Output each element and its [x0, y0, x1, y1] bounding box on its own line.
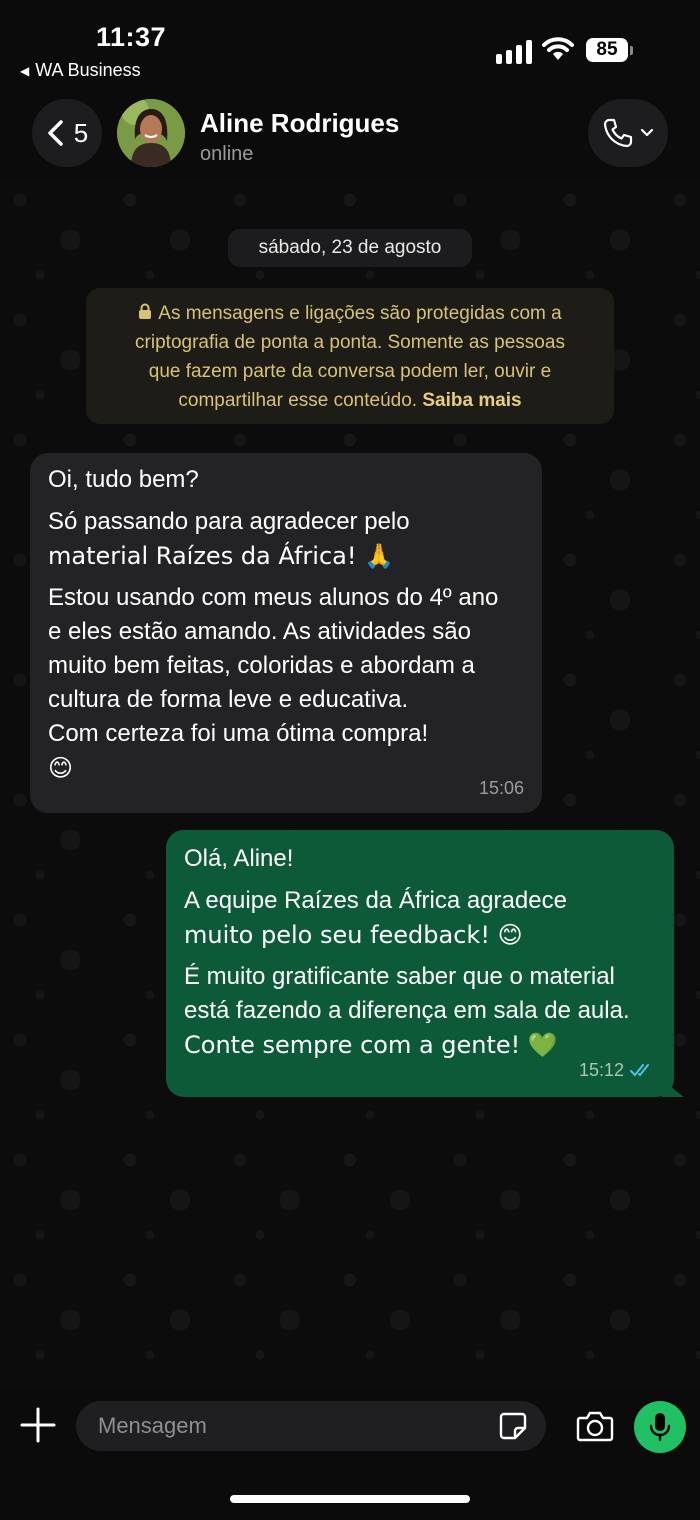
learn-more-link[interactable]: Saiba mais [422, 390, 521, 411]
call-button[interactable] [588, 99, 668, 167]
encryption-text-4: compartilhar esse conteúdo. [178, 390, 418, 411]
incoming-message[interactable]: Oi, tudo bem? Só passando para agradecer… [30, 453, 542, 813]
phone-icon [603, 118, 633, 148]
encryption-text-2: criptografia de ponta a ponta. Somente a… [135, 332, 565, 353]
message-text: É muito gratificante saber que o materia… [184, 963, 615, 990]
message-text: muito bem feitas, coloridas e abordam a [48, 652, 475, 679]
encryption-notice[interactable]: As mensagens e ligações são protegidas c… [86, 288, 614, 424]
unread-count: 5 [73, 117, 89, 148]
message-text: Só passando para agradecer pelo [48, 508, 410, 535]
message-text: 😊 [48, 754, 74, 782]
contact-status: online [200, 143, 254, 165]
microphone-icon [649, 1413, 671, 1442]
sticker-icon[interactable] [498, 1411, 528, 1441]
contact-avatar[interactable] [117, 99, 185, 167]
back-app-label: WA Business [35, 60, 141, 80]
encryption-text-3: que fazem parte da conversa podem ler, o… [148, 361, 552, 382]
message-text: Com certeza foi uma ótima compra! [48, 720, 429, 747]
battery-tip [630, 46, 633, 55]
encryption-text-1: As mensagens e ligações são protegidas c… [158, 303, 562, 324]
status-time: 11:37 [96, 22, 167, 52]
message-text: A equipe Raízes da África agradece [184, 887, 567, 914]
contact-name[interactable]: Aline Rodrigues [200, 108, 399, 139]
back-button[interactable]: 5 [32, 99, 102, 167]
camera-icon[interactable] [576, 1410, 614, 1442]
outgoing-message[interactable]: Olá, Aline! A equipe Raízes da África ag… [166, 830, 674, 1097]
back-triangle-icon: ◀ [20, 63, 30, 78]
battery-level: 85 [586, 38, 628, 62]
wifi-icon [542, 37, 574, 60]
read-ticks-icon [630, 1064, 649, 1077]
microphone-button[interactable] [634, 1401, 686, 1453]
message-text: Olá, Aline! [184, 845, 294, 872]
message-timestamp: 15:06 [478, 778, 524, 798]
home-indicator[interactable] [230, 1495, 470, 1503]
message-text: Oi, tudo bem? [48, 466, 199, 493]
message-text: está fazendo a diferença em sala de aula… [184, 997, 630, 1024]
message-timestamp: 15:12 [578, 1060, 624, 1080]
message-input[interactable] [76, 1401, 546, 1451]
back-to-app-link[interactable]: ◀ WA Business [20, 60, 141, 81]
chevron-left-icon [48, 120, 63, 146]
date-separator: sábado, 23 de agosto [228, 229, 472, 267]
plus-icon[interactable] [18, 1405, 58, 1445]
avatar-photo [117, 99, 185, 167]
message-text: muito pelo seu feedback! 😊 [184, 921, 523, 949]
lock-icon [139, 303, 152, 319]
message-text: Estou usando com meus alunos do 4º ano [48, 584, 499, 611]
message-text: e eles estão amando. As atividades são [48, 618, 471, 645]
bubble-tail [662, 1080, 684, 1097]
message-text: cultura de forma leve e educativa. [48, 686, 409, 713]
chevron-down-icon [640, 128, 654, 137]
message-text: material Raízes da África! 🙏 [48, 542, 394, 570]
cellular-signal-icon [496, 38, 532, 64]
